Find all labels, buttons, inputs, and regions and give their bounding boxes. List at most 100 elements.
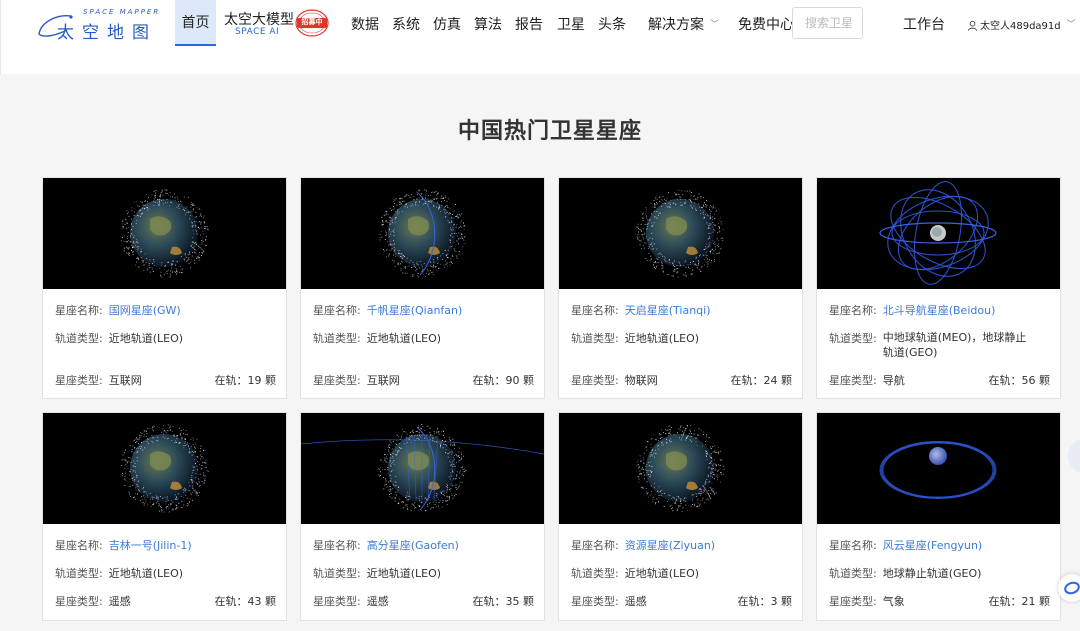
orbit-type-row: 轨道类型: 近地轨道(LEO): [313, 330, 441, 346]
count-value: 3 颗: [770, 595, 793, 608]
constellation-name-link[interactable]: 北斗导航星座(Beidou): [883, 304, 996, 317]
constellation-name-row: 星座名称: 天启星座(Tianqi): [571, 302, 711, 318]
constellation-type-row: 星座类型: 气象: [829, 593, 905, 609]
constellation-name-link[interactable]: 风云星座(Fengyun): [883, 539, 982, 552]
constellation-image: [301, 413, 544, 524]
orbit-value: 近地轨道(LEO): [366, 567, 442, 580]
recruiting-stamp-text: 招募中: [301, 18, 323, 26]
constellation-name-row: 星座名称: 千帆星座(Qianfan): [313, 302, 462, 318]
nav-data[interactable]: 数据: [351, 14, 379, 34]
constellation-type-row: 星座类型: 物联网: [571, 372, 658, 388]
constellation-card[interactable]: 星座名称: 高分星座(Gaofen) 轨道类型: 近地轨道(LEO) 星座类型: 遥感…: [300, 412, 545, 621]
constellation-image: [817, 413, 1060, 524]
nav-solutions-label: 解决方案: [648, 17, 704, 33]
count-value: 24 颗: [763, 374, 793, 387]
constellation-card[interactable]: 星座名称: 天启星座(Tianqi) 轨道类型: 近地轨道(LEO) 星座类型: 物联…: [558, 177, 803, 399]
name-label: 星座名称:: [313, 539, 361, 552]
orbit-label: 轨道类型:: [571, 567, 619, 580]
type-label: 星座类型:: [829, 595, 877, 608]
orbit-value: 近地轨道(LEO): [624, 332, 700, 345]
user-menu[interactable]: 太空人489da91d ﹀: [967, 17, 1076, 32]
count-value: 35 颗: [505, 595, 535, 608]
constellation-name-link[interactable]: 天启星座(Tianqi): [625, 304, 711, 317]
nav-home[interactable]: 首页: [175, 0, 216, 46]
orbit-value: 近地轨道(LEO): [108, 567, 184, 580]
constellation-card[interactable]: 星座名称: 资源星座(Ziyuan) 轨道类型: 近地轨道(LEO) 星座类型: 遥感…: [558, 412, 803, 621]
constellation-card[interactable]: 星座名称: 千帆星座(Qianfan) 轨道类型: 近地轨道(LEO) 星座类型: 互…: [300, 177, 545, 399]
in-orbit-count: 在轨：24 颗: [731, 372, 793, 388]
orbit-label: 轨道类型:: [829, 567, 877, 580]
constellation-type-row: 星座类型: 互联网: [55, 372, 142, 388]
constellation-name-row: 星座名称: 国网星座(GW): [55, 302, 181, 318]
constellation-card[interactable]: 星座名称: 风云星座(Fengyun) 轨道类型: 地球静止轨道(GEO) 星座类型…: [816, 412, 1061, 621]
type-label: 星座类型:: [55, 595, 103, 608]
nav-free-center[interactable]: 免费中心: [738, 14, 794, 34]
search-satellite-input[interactable]: 搜索卫星: [792, 7, 863, 39]
orbit-value: 地球静止轨道(GEO): [882, 567, 982, 580]
type-value: 遥感: [366, 595, 389, 608]
logo-tagline: SPACE MAPPER: [83, 8, 161, 16]
type-value: 气象: [882, 595, 905, 608]
type-label: 星座类型:: [313, 374, 361, 387]
nav-algorithm[interactable]: 算法: [474, 14, 502, 34]
type-value: 互联网: [108, 374, 142, 387]
type-value: 互联网: [366, 374, 400, 387]
orbit-label: 轨道类型:: [313, 332, 361, 345]
orbit-type-row: 轨道类型: 近地轨道(LEO): [55, 565, 183, 581]
constellation-type-row: 星座类型: 遥感: [571, 593, 647, 609]
orbit-type-row: 轨道类型: 近地轨道(LEO): [571, 565, 699, 581]
chat-float-button[interactable]: [1058, 574, 1080, 602]
nav-workbench[interactable]: 工作台: [903, 14, 945, 34]
type-label: 星座类型:: [571, 374, 619, 387]
count-value: 43 颗: [247, 595, 277, 608]
in-orbit-count: 在轨：3 颗: [738, 593, 793, 609]
count-prefix: 在轨：: [737, 595, 771, 608]
side-float-tab[interactable]: [1068, 438, 1080, 474]
constellation-card[interactable]: 星座名称: 北斗导航星座(Beidou) 轨道类型: 中地球轨道(MEO)，地球静止…: [816, 177, 1061, 399]
site-logo[interactable]: SPACE MAPPER 太空地图: [37, 8, 163, 43]
orbit-type-row: 轨道类型: 近地轨道(LEO): [55, 330, 183, 346]
constellation-name-link[interactable]: 国网星座(GW): [109, 304, 181, 317]
constellation-name-link[interactable]: 资源星座(Ziyuan): [625, 539, 715, 552]
constellation-image: [559, 178, 802, 289]
constellation-image: [559, 413, 802, 524]
nav-satellite[interactable]: 卫星: [557, 14, 585, 34]
type-value: 遥感: [624, 595, 647, 608]
nav-report[interactable]: 报告: [515, 14, 543, 34]
count-prefix: 在轨：: [472, 374, 506, 387]
name-label: 星座名称:: [313, 304, 361, 317]
top-navbar: SPACE MAPPER 太空地图 首页 太空大模型 SPACE AI 招募中 …: [0, 0, 1080, 74]
nav-solutions[interactable]: 解决方案 ﹀: [648, 14, 719, 34]
count-prefix: 在轨：: [214, 595, 248, 608]
constellation-image: [817, 178, 1060, 289]
constellation-name-link[interactable]: 高分星座(Gaofen): [367, 539, 459, 552]
count-value: 90 颗: [505, 374, 535, 387]
nav-simulation[interactable]: 仿真: [433, 14, 461, 34]
orbit-value: 近地轨道(LEO): [366, 332, 442, 345]
constellation-name-row: 星座名称: 资源星座(Ziyuan): [571, 537, 715, 553]
chevron-down-icon: ﹀: [1066, 20, 1076, 30]
nav-headlines[interactable]: 头条: [598, 14, 626, 34]
constellation-card[interactable]: 星座名称: 吉林一号(Jilin-1) 轨道类型: 近地轨道(LEO) 星座类型: 遥…: [42, 412, 287, 621]
constellation-type-row: 星座类型: 导航: [829, 372, 905, 388]
orbit-label: 轨道类型:: [313, 567, 361, 580]
orbit-type-row: 轨道类型: 中地球轨道(MEO)，地球静止轨道(GEO): [829, 330, 1033, 360]
constellation-type-row: 星座类型: 遥感: [313, 593, 389, 609]
orbit-label: 轨道类型:: [55, 567, 103, 580]
name-label: 星座名称:: [829, 304, 877, 317]
orbit-type-row: 轨道类型: 地球静止轨道(GEO): [829, 565, 981, 581]
type-value: 遥感: [108, 595, 131, 608]
constellation-name-link[interactable]: 吉林一号(Jilin-1): [109, 539, 192, 552]
name-label: 星座名称:: [829, 539, 877, 552]
count-value: 56 颗: [1021, 374, 1051, 387]
nav-system[interactable]: 系统: [392, 14, 420, 34]
in-orbit-count: 在轨：56 颗: [989, 372, 1051, 388]
in-orbit-count: 在轨：35 颗: [473, 593, 535, 609]
orbit-value: 近地轨道(LEO): [624, 567, 700, 580]
logo-title: 太空地图: [57, 23, 157, 43]
count-value: 19 颗: [247, 374, 277, 387]
chat-icon: [1064, 581, 1080, 595]
constellation-name-link[interactable]: 千帆星座(Qianfan): [367, 304, 463, 317]
constellation-card[interactable]: 星座名称: 国网星座(GW) 轨道类型: 近地轨道(LEO) 星座类型: 互联网 在轨…: [42, 177, 287, 399]
name-label: 星座名称:: [55, 539, 103, 552]
